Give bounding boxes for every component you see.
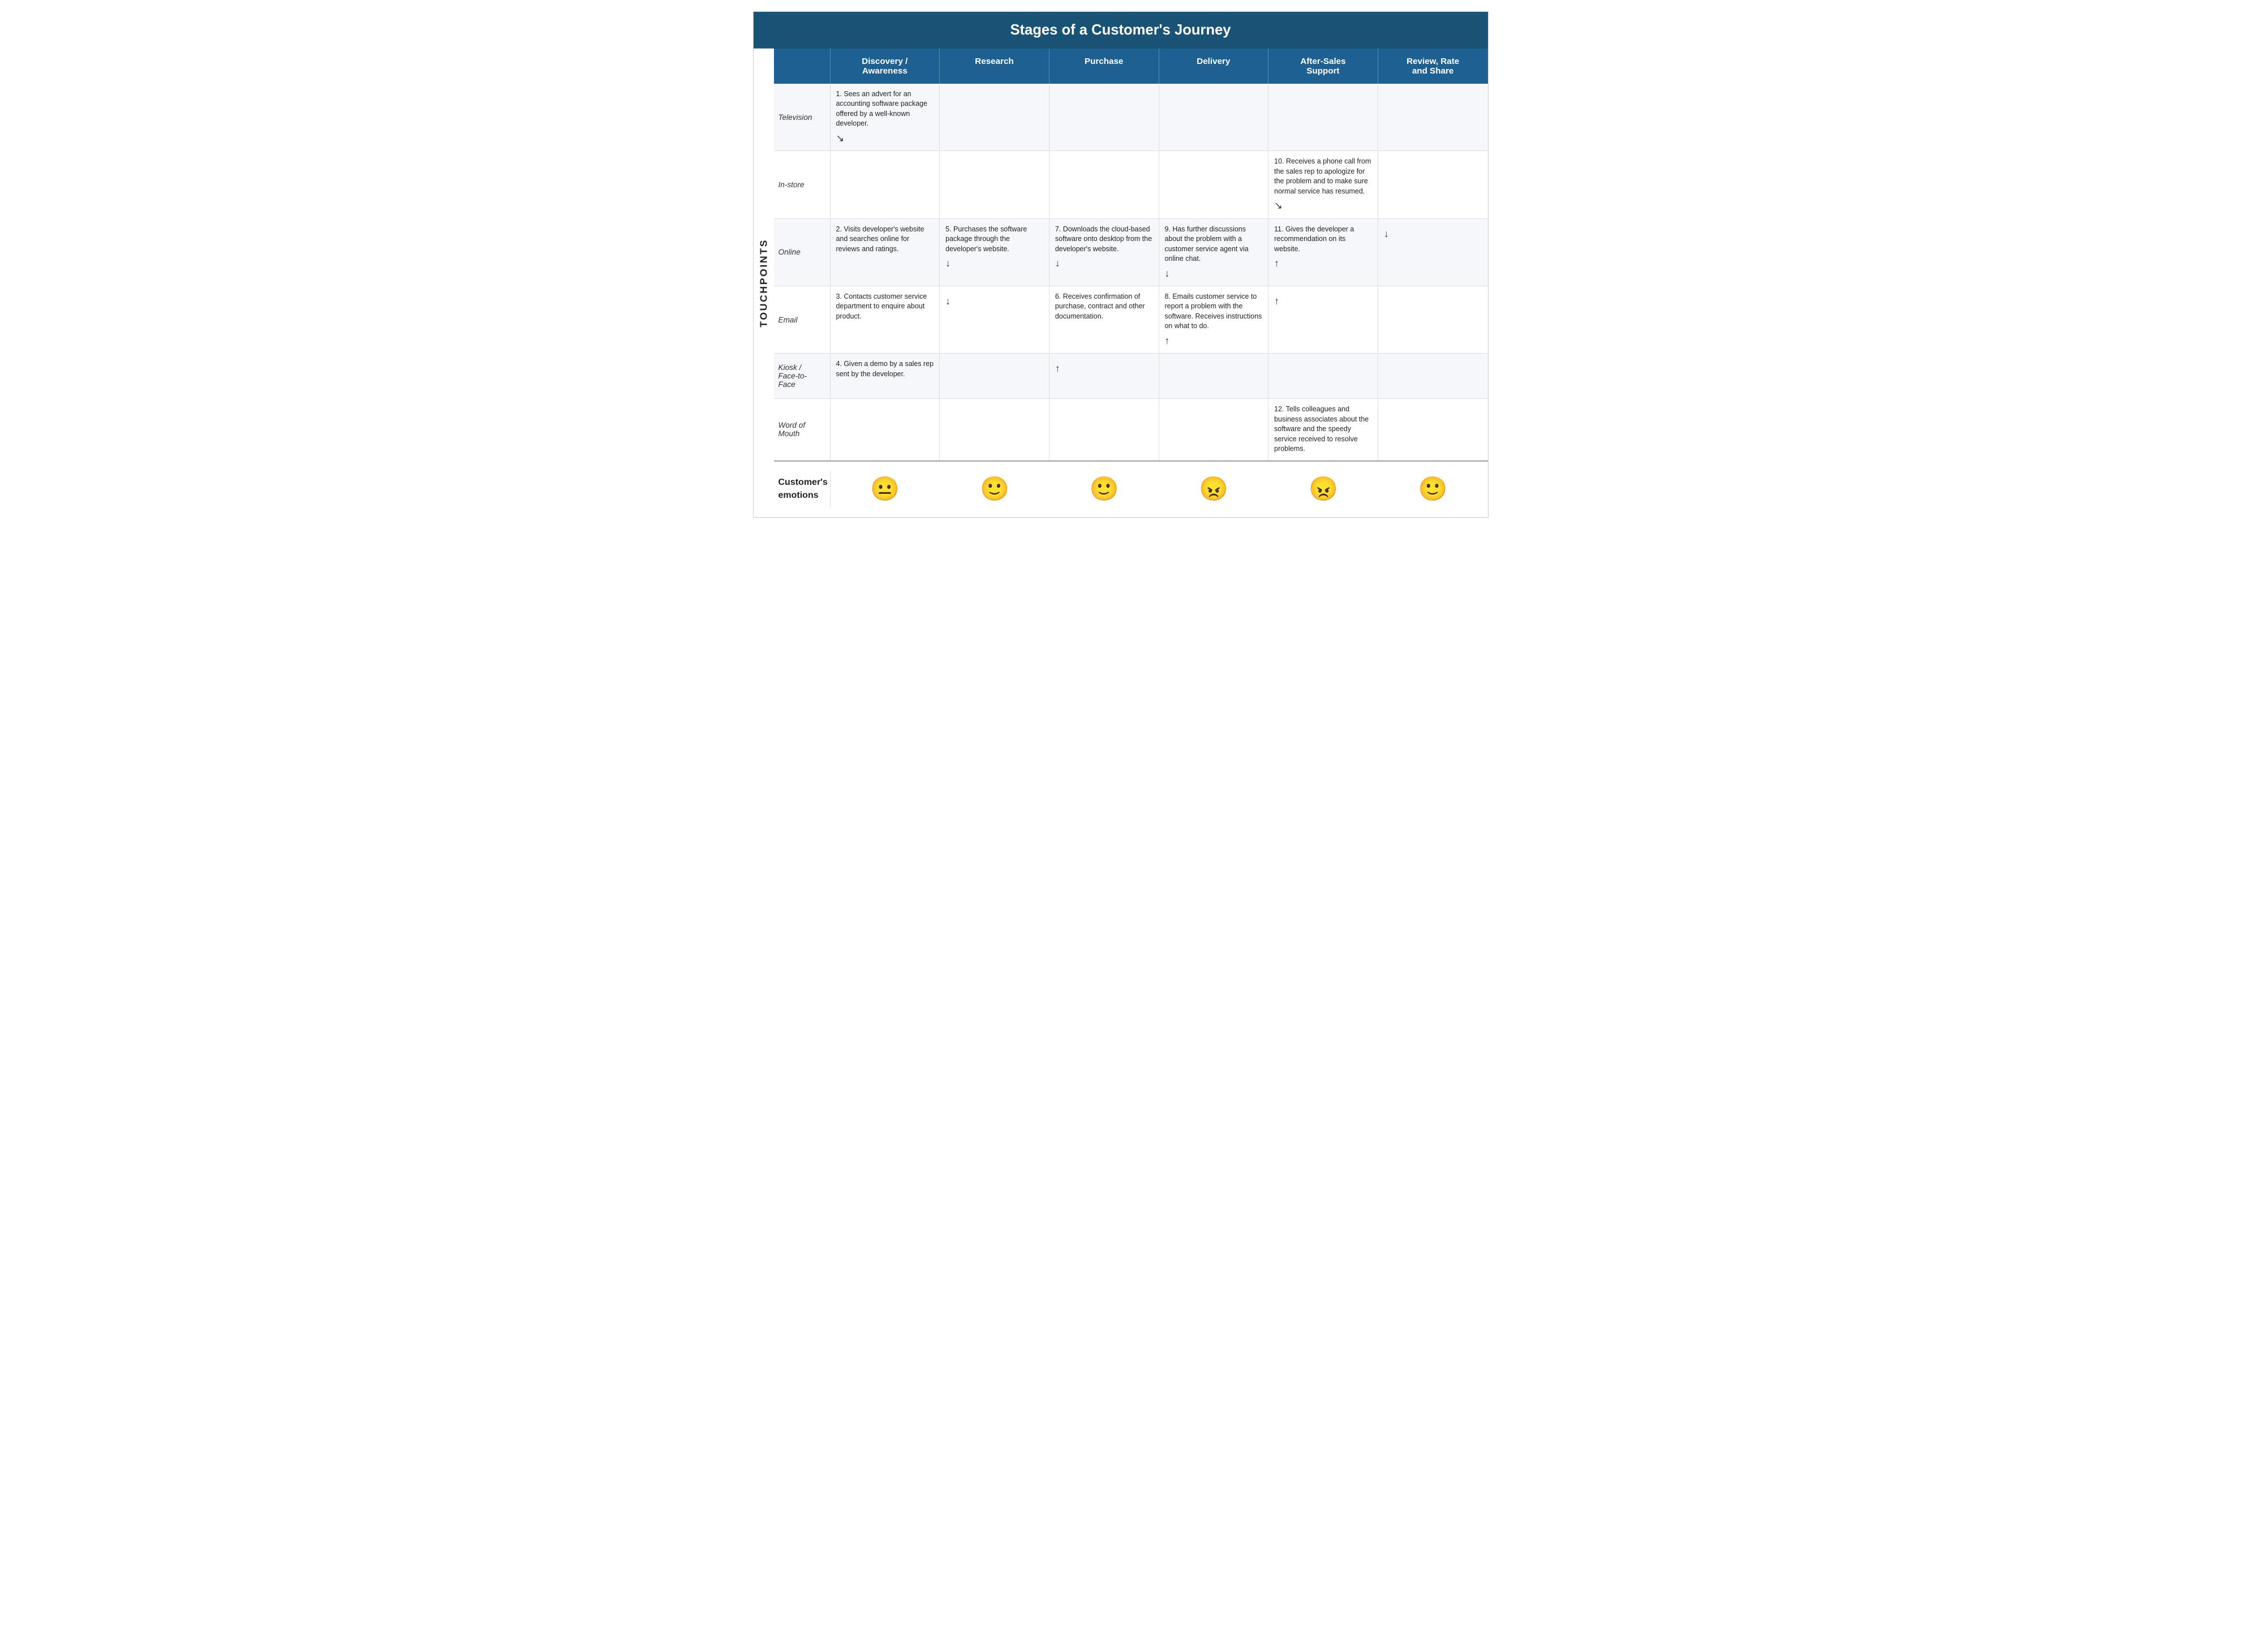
cell-r1-c1 xyxy=(940,151,1049,218)
cell-r1-c2 xyxy=(1049,151,1159,218)
cell-r2-c1: 5. Purchases the software package throug… xyxy=(940,219,1049,286)
cell-r2-c4: 11. Gives the developer a recommendation… xyxy=(1268,219,1378,286)
table-row: In-store 10. Receives a phone call from t… xyxy=(774,151,1488,218)
row-label: Kiosk / Face-to- Face xyxy=(774,354,831,398)
cell-r3-c0: 3. Contacts customer service department … xyxy=(831,286,940,353)
header-col3: Purchase xyxy=(1049,49,1159,84)
header-blank xyxy=(774,49,831,84)
cell-r4-c4 xyxy=(1268,354,1378,398)
chart-container: Stages of a Customer's Journey TOUCHPOIN… xyxy=(753,11,1489,518)
cell-r2-c5: ↓ xyxy=(1378,219,1488,286)
header-col2: Research xyxy=(940,49,1049,84)
cell-r4-c2: ↑ xyxy=(1049,354,1159,398)
table-row: Online2. Visits developer's website and … xyxy=(774,219,1488,286)
cell-r4-c3 xyxy=(1159,354,1269,398)
grid-area: Discovery / Awareness Research Purchase … xyxy=(774,49,1488,517)
header-col4: Delivery xyxy=(1159,49,1269,84)
cell-r5-c5 xyxy=(1378,399,1488,459)
cell-r3-c5 xyxy=(1378,286,1488,353)
cell-r1-c5 xyxy=(1378,151,1488,218)
cell-r0-c0: 1. Sees an advert for an accounting soft… xyxy=(831,84,940,150)
emotion-5: 🙂 xyxy=(1378,470,1488,509)
touchpoints-label: TOUCHPOINTS xyxy=(754,49,774,517)
cell-r4-c5 xyxy=(1378,354,1488,398)
main-body: TOUCHPOINTS Discovery / Awareness Resear… xyxy=(754,49,1488,517)
cell-r3-c4: ↑ xyxy=(1268,286,1378,353)
data-rows: Television1. Sees an advert for an accou… xyxy=(774,84,1488,461)
cell-r2-c2: 7. Downloads the cloud-based software on… xyxy=(1049,219,1159,286)
cell-r4-c0: 4. Given a demo by a sales rep sent by t… xyxy=(831,354,940,398)
chart-title: Stages of a Customer's Journey xyxy=(754,12,1488,49)
cell-r5-c0 xyxy=(831,399,940,459)
table-row: Word of Mouth 12. Tells colleagues and bu… xyxy=(774,399,1488,460)
cell-r5-c1 xyxy=(940,399,1049,459)
cell-r5-c3 xyxy=(1159,399,1269,459)
header-col1: Discovery / Awareness xyxy=(831,49,940,84)
cell-r5-c4: 12. Tells colleagues and business associ… xyxy=(1268,399,1378,459)
emotion-2: 🙂 xyxy=(1049,470,1159,509)
cell-r0-c2 xyxy=(1049,84,1159,150)
row-label: Email xyxy=(774,286,831,353)
header-col6: Review, Rate and Share xyxy=(1378,49,1488,84)
cell-r3-c2: 6. Receives confirmation of purchase, co… xyxy=(1049,286,1159,353)
cell-r0-c4 xyxy=(1268,84,1378,150)
cell-r0-c1 xyxy=(940,84,1049,150)
cell-r3-c1: ↓ xyxy=(940,286,1049,353)
emotion-1: 🙂 xyxy=(940,470,1049,509)
cell-r5-c2 xyxy=(1049,399,1159,459)
table-row: Television1. Sees an advert for an accou… xyxy=(774,84,1488,151)
table-row: Kiosk / Face-to- Face4. Given a demo by … xyxy=(774,354,1488,399)
header-col5: After-Sales Support xyxy=(1268,49,1378,84)
emotion-0: 😐 xyxy=(831,470,940,509)
cell-r2-c0: 2. Visits developer's website and search… xyxy=(831,219,940,286)
emotion-4: 😠 xyxy=(1268,470,1378,509)
emotions-row: Customer's emotions 😐 🙂 🙂 😠 😠 🙂 xyxy=(774,461,1488,517)
cell-r3-c3: 8. Emails customer service to report a p… xyxy=(1159,286,1269,353)
cell-r1-c0 xyxy=(831,151,940,218)
cell-r0-c3 xyxy=(1159,84,1269,150)
row-label: In-store xyxy=(774,151,831,218)
table-row: Email3. Contacts customer service depart… xyxy=(774,286,1488,354)
emotions-label: Customer's emotions xyxy=(774,471,831,507)
row-label: Television xyxy=(774,84,831,150)
row-label: Word of Mouth xyxy=(774,399,831,459)
cell-r1-c3 xyxy=(1159,151,1269,218)
emotion-3: 😠 xyxy=(1159,470,1269,509)
cell-r4-c1 xyxy=(940,354,1049,398)
header-row: Discovery / Awareness Research Purchase … xyxy=(774,49,1488,84)
cell-r0-c5 xyxy=(1378,84,1488,150)
cell-r2-c3: 9. Has further discussions about the pro… xyxy=(1159,219,1269,286)
cell-r1-c4: 10. Receives a phone call from the sales… xyxy=(1268,151,1378,218)
row-label: Online xyxy=(774,219,831,286)
